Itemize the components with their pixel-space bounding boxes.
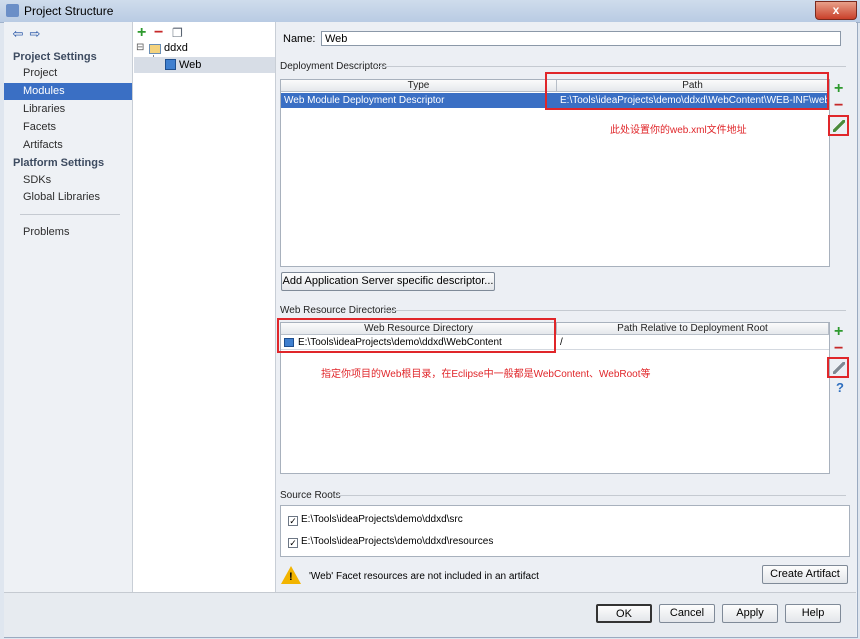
source-root-src: E:\Tools\ideaProjects\demo\ddxd\src — [301, 514, 463, 525]
web-facet-icon — [165, 59, 176, 70]
group-divider — [336, 495, 846, 496]
module-folder-icon — [149, 44, 161, 54]
close-button[interactable]: x — [815, 1, 857, 20]
add-icon[interactable]: + — [137, 25, 146, 41]
source-roots-list — [280, 505, 850, 557]
add-server-descriptor-button[interactable]: Add Application Server specific descript… — [281, 272, 495, 291]
copy-icon[interactable]: ❐ — [172, 26, 183, 40]
add-descriptor-icon[interactable]: + — [834, 81, 843, 97]
sidebar-item-artifacts[interactable]: Artifacts — [4, 137, 132, 154]
apply-button[interactable]: Apply — [722, 604, 778, 623]
source-root-resources: E:\Tools\ideaProjects\demo\ddxd\resource… — [301, 536, 494, 547]
help-icon[interactable]: ? — [836, 380, 844, 395]
forward-arrow-icon[interactable]: ⇨ — [28, 27, 42, 41]
source-roots-title: Source Roots — [280, 490, 341, 501]
deployment-descriptors-title: Deployment Descriptors — [280, 61, 387, 72]
annotation-box-path — [545, 72, 829, 110]
cancel-button[interactable]: Cancel — [659, 604, 715, 623]
column-header-type[interactable]: Type — [281, 80, 557, 92]
column-header-relative-path[interactable]: Path Relative to Deployment Root — [557, 323, 829, 335]
descriptor-type-cell: Web Module Deployment Descriptor — [281, 93, 557, 108]
help-button[interactable]: Help — [785, 604, 841, 623]
sidebar-item-facets[interactable]: Facets — [4, 119, 132, 136]
remove-icon[interactable]: − — [154, 25, 163, 41]
sidebar-item-global-libraries[interactable]: Global Libraries — [4, 189, 132, 206]
remove-web-resource-icon[interactable]: − — [834, 341, 843, 357]
source-root-checkbox-resources[interactable]: ✓ — [288, 538, 298, 548]
source-root-checkbox-src[interactable]: ✓ — [288, 516, 298, 526]
ok-button[interactable]: OK — [596, 604, 652, 623]
annotation-web-root: 指定你项目的Web根目录，在Eclipse中一般都是WebContent、Web… — [321, 369, 651, 380]
edit-pencil-icon[interactable] — [833, 120, 845, 132]
sidebar-divider — [20, 214, 120, 215]
annotation-webxml: 此处设置你的web.xml文件地址 — [610, 125, 747, 136]
tree-item-ddxd[interactable]: ddxd — [164, 40, 188, 56]
name-label: Name: — [283, 33, 316, 45]
create-artifact-button[interactable]: Create Artifact — [762, 565, 848, 584]
sidebar-item-project[interactable]: Project — [4, 65, 132, 82]
edit-pencil-icon[interactable] — [833, 362, 845, 374]
module-tree — [133, 22, 276, 592]
name-input[interactable] — [321, 31, 841, 46]
sidebar-item-modules[interactable]: Modules — [4, 83, 132, 100]
sidebar-item-problems[interactable]: Problems — [4, 224, 132, 241]
group-divider — [384, 310, 846, 311]
warning-text: 'Web' Facet resources are not included i… — [309, 571, 539, 582]
remove-descriptor-icon[interactable]: − — [834, 98, 843, 114]
project-settings-title: Project Settings — [13, 51, 97, 63]
back-arrow-icon[interactable]: ⇦ — [11, 27, 25, 41]
sidebar-item-libraries[interactable]: Libraries — [4, 101, 132, 118]
relative-path-cell[interactable]: / — [557, 335, 827, 350]
platform-settings-title: Platform Settings — [13, 157, 105, 169]
window-title: Project Structure — [24, 4, 114, 18]
add-web-resource-icon[interactable]: + — [834, 324, 843, 340]
web-resource-directories-title: Web Resource Directories — [280, 305, 397, 316]
warning-mark: ! — [289, 571, 293, 583]
app-icon — [6, 4, 19, 17]
title-bar — [0, 0, 860, 23]
tree-item-web-selected[interactable] — [134, 57, 275, 73]
tree-item-web: Web — [179, 59, 202, 71]
sidebar-item-sdks[interactable]: SDKs — [4, 172, 132, 189]
annotation-box-directory — [277, 318, 556, 353]
group-divider — [376, 66, 846, 67]
collapse-icon[interactable]: ⊟ — [136, 42, 144, 53]
